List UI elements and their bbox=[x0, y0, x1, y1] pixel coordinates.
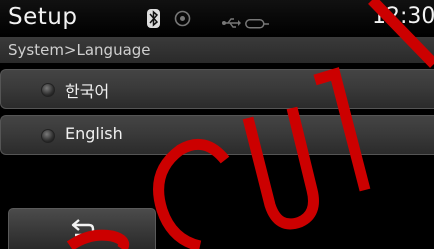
status-bar: Setup 12:30 bbox=[0, 0, 434, 36]
return-arrow-icon bbox=[70, 218, 96, 242]
radio-button-icon bbox=[41, 129, 55, 143]
usb-icon bbox=[222, 13, 242, 32]
back-button[interactable] bbox=[8, 208, 156, 249]
bluetooth-icon bbox=[147, 9, 160, 32]
screen-title: Setup bbox=[8, 4, 78, 30]
language-label: English bbox=[65, 124, 123, 143]
language-option-korean[interactable]: 한국어 bbox=[0, 69, 434, 109]
clock: 12:30 bbox=[372, 4, 434, 29]
breadcrumb: System>Language bbox=[8, 41, 151, 59]
language-option-english[interactable]: English bbox=[0, 115, 434, 155]
disc-icon bbox=[174, 10, 191, 31]
language-label: 한국어 bbox=[65, 82, 110, 101]
radio-button-icon bbox=[41, 83, 55, 97]
breadcrumb-bar: System>Language bbox=[0, 37, 434, 63]
aux-icon bbox=[245, 14, 269, 33]
